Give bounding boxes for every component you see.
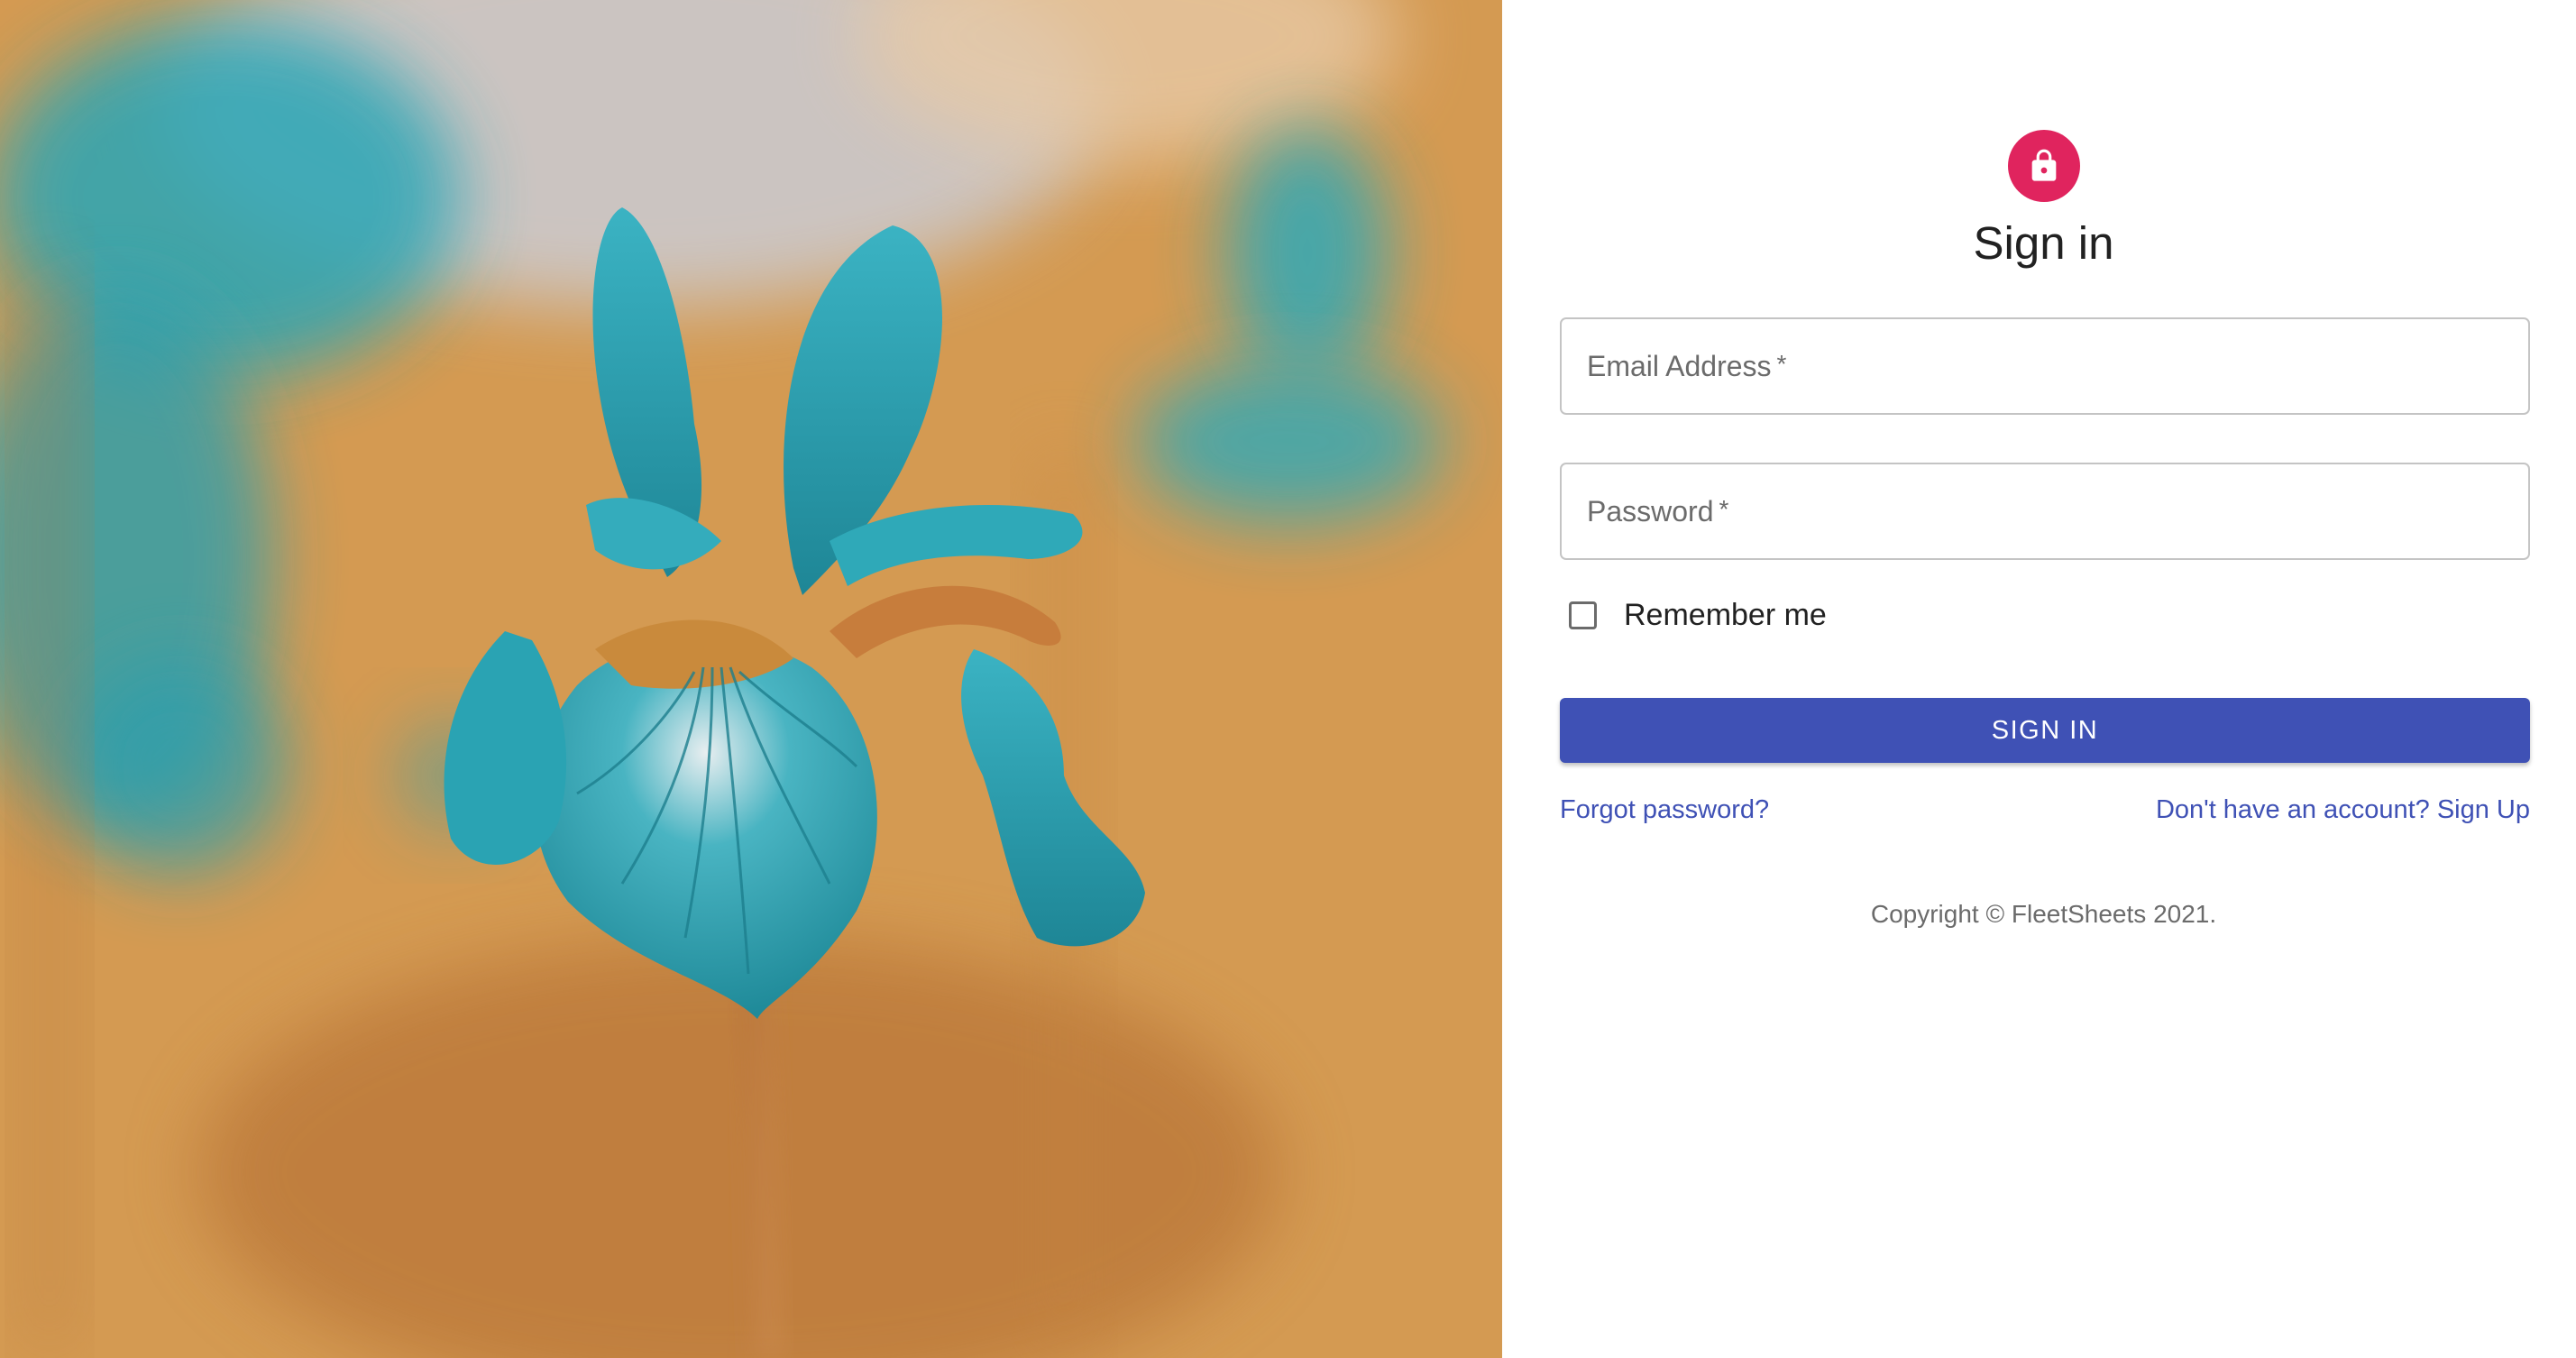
copyright-text: Copyright © FleetSheets 2021. [1870,900,2217,928]
lock-avatar [2008,130,2080,202]
remember-me-control[interactable]: Remember me [1560,592,1827,638]
sign-in-panel: Sign in Email Address * Password * Remembe… [1502,0,2576,1358]
remember-me-checkbox[interactable] [1569,601,1597,629]
sign-in-button[interactable]: SIGN IN [1560,698,2530,763]
lock-icon [2031,149,2057,181]
sign-in-page: Sign in Email Address * Password * Remembe… [0,0,2576,1358]
email-input[interactable] [1562,319,2528,413]
iris-flower-photo [0,0,1502,1358]
password-input[interactable] [1562,464,2528,558]
email-field[interactable]: Email Address * [1560,317,2530,415]
sign-up-link[interactable]: Don't have an account? Sign Up [2156,792,2530,828]
remember-me-label[interactable]: Remember me [1624,598,1827,633]
forgot-password-link[interactable]: Forgot password? [1560,792,1769,828]
hero-iris-image [0,0,1502,1358]
password-field[interactable]: Password * [1560,463,2530,560]
page-title: Sign in [1973,217,2114,269]
